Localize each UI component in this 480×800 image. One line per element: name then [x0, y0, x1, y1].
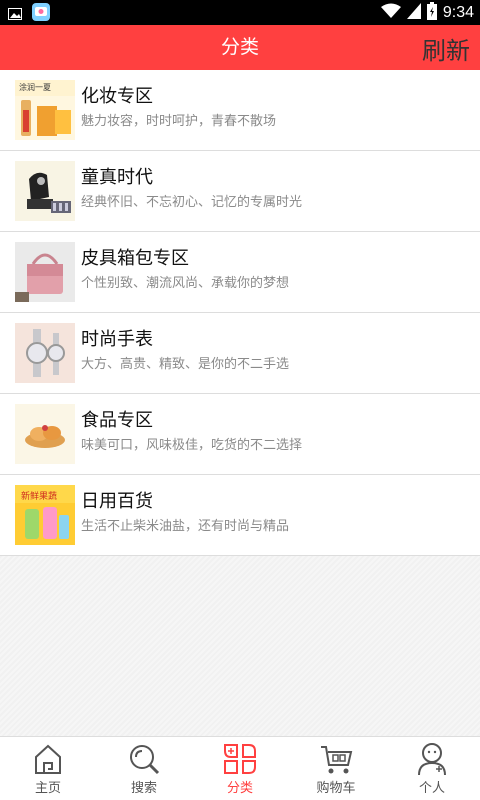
- daily-goods-thumbnail: 新鲜果蔬: [15, 485, 75, 545]
- category-subtitle: 个性别致、潮流风尚、承载你的梦想: [81, 276, 290, 291]
- nav-label: 分类: [226, 781, 253, 796]
- category-item-leather-bags[interactable]: 皮具箱包专区 个性别致、潮流风尚、承载你的梦想: [0, 232, 480, 313]
- category-icon: [222, 741, 258, 777]
- nav-label: 主页: [34, 781, 61, 796]
- watches-thumbnail: [15, 323, 75, 383]
- nav-home[interactable]: 主页: [0, 737, 96, 800]
- category-title: 童真时代: [81, 167, 153, 188]
- search-icon: [126, 741, 162, 777]
- category-title: 时尚手表: [81, 329, 153, 350]
- category-item-cosmetics[interactable]: 涂润一夏 化妆专区 魅力妆容，时时呵护，青春不散场: [0, 70, 480, 151]
- empty-background: [0, 556, 480, 736]
- leather-bags-thumbnail: [15, 242, 75, 302]
- app-notification-icon: [32, 3, 50, 25]
- category-item-watches[interactable]: 时尚手表 大方、高贵、精致、是你的不二手选: [0, 313, 480, 394]
- battery-icon: [426, 2, 437, 24]
- cart-icon: [318, 741, 354, 777]
- nav-search[interactable]: 搜索: [96, 737, 192, 800]
- category-subtitle: 经典怀旧、不忘初心、记忆的专属时光: [81, 195, 303, 210]
- person-icon: [414, 741, 450, 777]
- status-bar: 9:34: [0, 0, 480, 25]
- title-bar: 分类 刷新: [0, 25, 480, 70]
- nav-profile[interactable]: 个人: [384, 737, 480, 800]
- cosmetics-thumbnail-caption: 涂润一夏: [19, 83, 51, 92]
- home-icon: [30, 741, 66, 777]
- category-item-childhood[interactable]: 童真时代 经典怀旧、不忘初心、记忆的专属时光: [0, 151, 480, 232]
- nav-label: 搜索: [130, 781, 157, 796]
- category-list: 涂润一夏 化妆专区 魅力妆容，时时呵护，青春不散场 童真时代 经典怀旧、不忘初心…: [0, 70, 480, 556]
- signal-icon: [406, 3, 421, 23]
- gallery-notification-icon: [8, 5, 22, 24]
- category-title: 日用百货: [81, 491, 153, 512]
- refresh-button[interactable]: 刷新: [422, 25, 470, 70]
- nav-category[interactable]: 分类: [192, 737, 288, 800]
- category-title: 食品专区: [81, 410, 153, 431]
- childhood-thumbnail: [15, 161, 75, 221]
- nav-label: 个人: [418, 781, 445, 796]
- nav-cart[interactable]: 购物车: [288, 737, 384, 800]
- food-thumbnail: [15, 404, 75, 464]
- page-title: 分类: [220, 36, 259, 58]
- category-subtitle: 魅力妆容，时时呵护，青春不散场: [81, 114, 277, 129]
- category-title: 皮具箱包专区: [81, 248, 189, 269]
- daily-goods-thumbnail-caption: 新鲜果蔬: [21, 492, 58, 502]
- category-item-food[interactable]: 食品专区 味美可口，风味极佳，吃货的不二选择: [0, 394, 480, 475]
- clock: 9:34: [442, 4, 474, 21]
- category-subtitle: 味美可口，风味极佳，吃货的不二选择: [81, 438, 303, 453]
- wifi-icon: [380, 3, 401, 23]
- bottom-nav: 主页 搜索 分类 购物车 个人: [0, 736, 480, 800]
- category-title: 化妆专区: [81, 86, 153, 107]
- cosmetics-thumbnail: 涂润一夏: [15, 80, 75, 140]
- category-item-daily-goods[interactable]: 新鲜果蔬 日用百货 生活不止柴米油盐，还有时尚与精品: [0, 475, 480, 556]
- category-subtitle: 生活不止柴米油盐，还有时尚与精品: [81, 519, 290, 534]
- category-subtitle: 大方、高贵、精致、是你的不二手选: [81, 357, 290, 372]
- nav-label: 购物车: [316, 781, 356, 796]
